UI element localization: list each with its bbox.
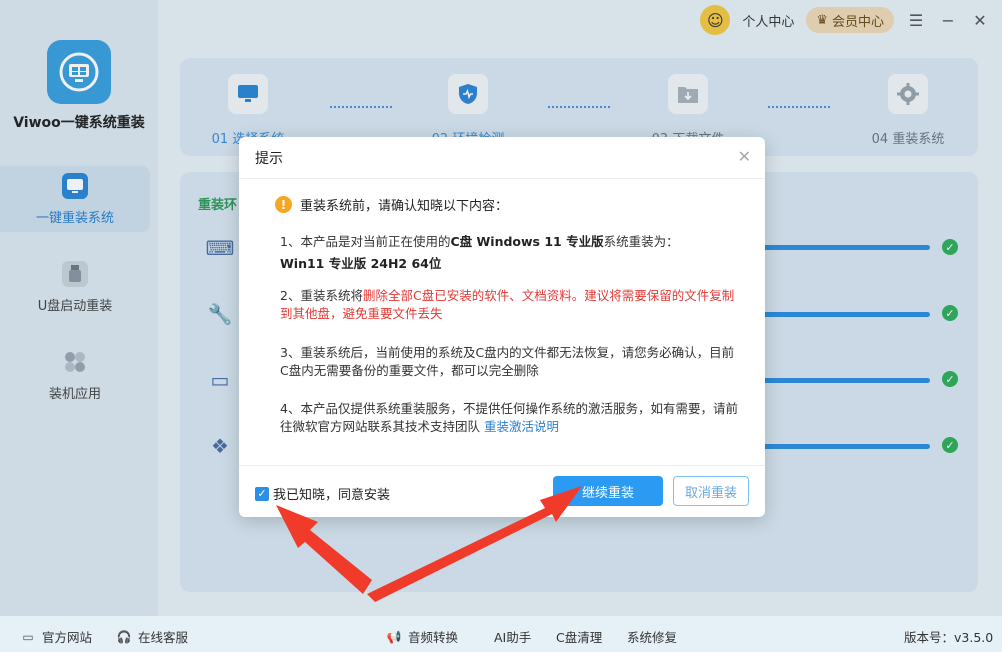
notice-2: 2、重装系统将删除全部C盘已安装的软件、文档资料。建议将需要保留的文件复制到其他… bbox=[280, 288, 735, 321]
notice-1: 1、本产品是对当前正在使用的C盘 Windows 11 专业版系统重装为： Wi… bbox=[280, 234, 679, 271]
continue-reinstall-button[interactable]: 继续重装 bbox=[553, 476, 663, 506]
dialog-title: 提示 bbox=[239, 137, 765, 179]
c-cleanup-link[interactable]: C盘清理 bbox=[556, 627, 602, 646]
agree-checkbox[interactable]: ✓ 我已知晓，同意安装 bbox=[255, 484, 390, 503]
version-label: 版本号：v3.5.0 bbox=[904, 630, 994, 645]
system-repair-link[interactable]: 系统修复 bbox=[627, 627, 677, 646]
dialog-warning: ! 重装系统前，请确认知晓以下内容： bbox=[275, 195, 508, 214]
notice-3: 3、重装系统后，当前使用的系统及C盘内的文件都无法恢复，请您务必确认，目前C盘内… bbox=[280, 345, 735, 378]
audio-convert-link[interactable]: 📢 音频转换 bbox=[386, 627, 459, 646]
megaphone-icon: 📢 bbox=[386, 629, 402, 644]
cancel-reinstall-button[interactable]: 取消重装 bbox=[673, 476, 749, 506]
ai-assistant-link[interactable]: AI助手 bbox=[494, 627, 531, 646]
activation-info-link[interactable]: 重装激活说明 bbox=[484, 419, 559, 434]
headset-icon: 🎧 bbox=[116, 629, 132, 644]
notice-4: 4、本产品仅提供系统重装服务，不提供任何操作系统的激活服务，如有需要，请前往微软… bbox=[280, 401, 738, 434]
footer-bar: ▭ 官方网站 🎧 在线客服 📢 音频转换 AI助手 C盘清理 系统修复 版本号：… bbox=[0, 616, 1002, 652]
close-icon[interactable]: ✕ bbox=[738, 147, 751, 166]
confirm-dialog: 提示 ✕ ! 重装系统前，请确认知晓以下内容： 1、本产品是对当前正在使用的C盘… bbox=[239, 137, 765, 517]
official-site-link[interactable]: ▭ 官方网站 bbox=[20, 627, 92, 646]
monitor-icon: ▭ bbox=[22, 629, 34, 644]
warning-icon: ! bbox=[275, 196, 292, 213]
dialog-footer: ✓ 我已知晓，同意安装 继续重装 取消重装 bbox=[239, 465, 765, 517]
checkbox-checked-icon[interactable]: ✓ bbox=[255, 486, 269, 501]
online-service-link[interactable]: 🎧 在线客服 bbox=[116, 627, 189, 646]
